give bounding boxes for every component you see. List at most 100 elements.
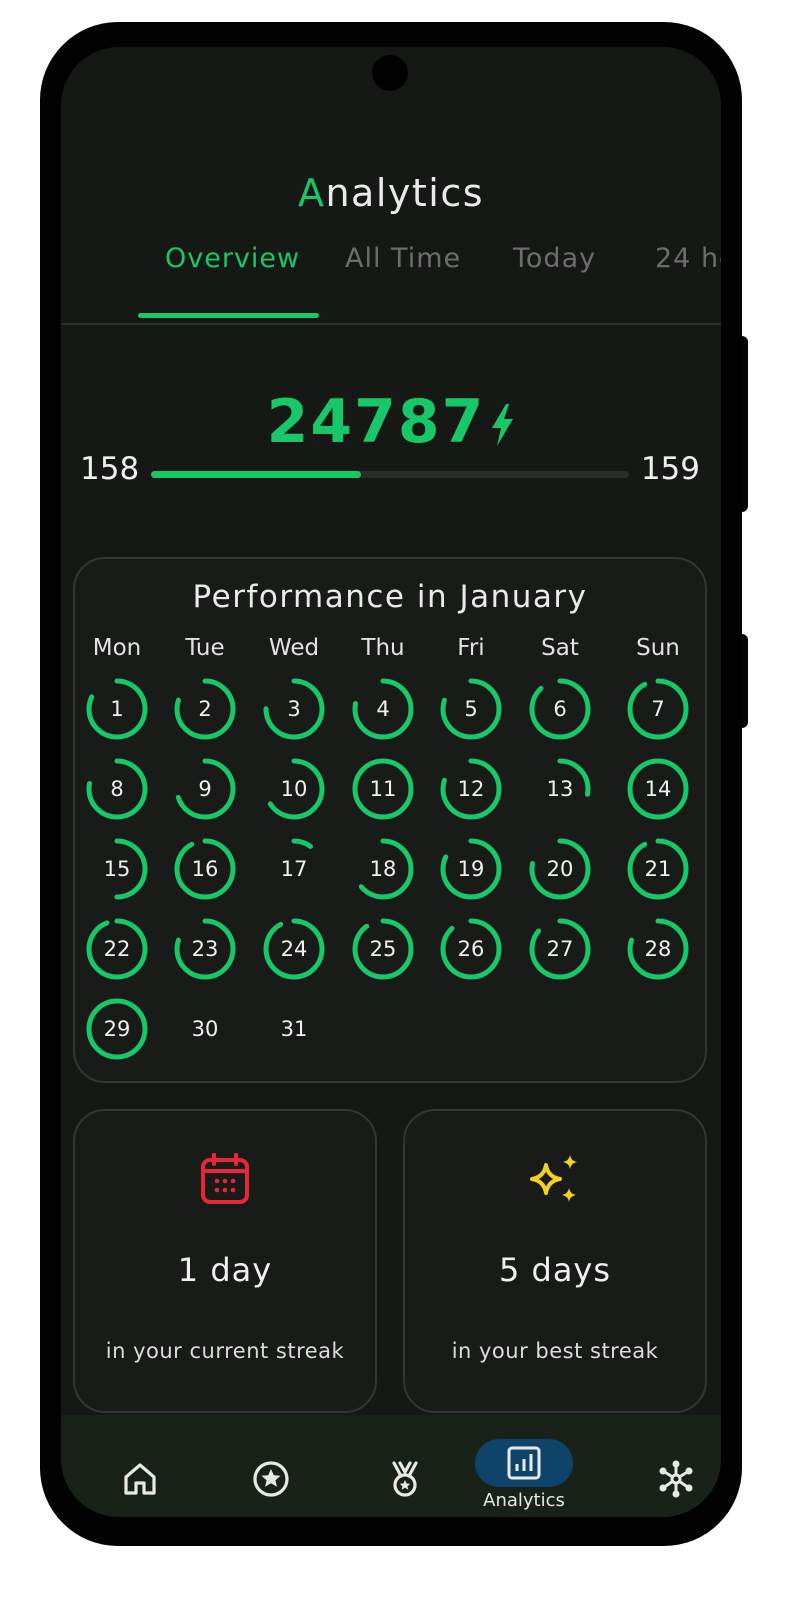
calendar-day[interactable]: 31 bbox=[261, 996, 327, 1062]
day-number: 13 bbox=[546, 777, 574, 801]
nav-home[interactable] bbox=[101, 1415, 177, 1517]
calendar-icon bbox=[75, 1152, 375, 1209]
front-camera bbox=[372, 55, 408, 91]
sparkles-icon bbox=[405, 1153, 705, 1211]
day-number: 24 bbox=[280, 937, 308, 961]
tab-24-hours[interactable]: 24 hours bbox=[655, 243, 721, 274]
lightning-icon bbox=[492, 404, 514, 447]
calendar-day[interactable]: 16 bbox=[172, 836, 238, 902]
day-number: 19 bbox=[457, 857, 485, 881]
tab-overview[interactable]: Overview bbox=[165, 243, 300, 274]
calendar-day[interactable]: 5 bbox=[438, 676, 504, 742]
day-number: 9 bbox=[198, 777, 212, 801]
nav-network[interactable] bbox=[639, 1415, 715, 1517]
day-number: 14 bbox=[644, 777, 672, 801]
tab-today[interactable]: Today bbox=[513, 243, 596, 274]
calendar-day[interactable]: 10 bbox=[261, 756, 327, 822]
day-number: 30 bbox=[191, 1017, 219, 1041]
day-number: 28 bbox=[644, 937, 672, 961]
best-streak-value: 5 days bbox=[498, 1251, 612, 1289]
calendar-day[interactable]: 4 bbox=[350, 676, 416, 742]
day-number: 2 bbox=[198, 697, 212, 721]
performance-card: Performance in January Mon Tue Wed Thu Fri Sa… bbox=[73, 557, 707, 1083]
tab-divider bbox=[61, 323, 721, 325]
day-number: 18 bbox=[369, 857, 397, 881]
calendar-day[interactable]: 28 bbox=[625, 916, 691, 982]
day-number: 7 bbox=[651, 697, 665, 721]
best-streak-caption: in your best streak bbox=[451, 1339, 659, 1363]
calendar-day[interactable]: 30 bbox=[172, 996, 238, 1062]
day-number: 29 bbox=[103, 1017, 131, 1041]
calendar-day[interactable]: 1 bbox=[84, 676, 150, 742]
day-number: 10 bbox=[280, 777, 308, 801]
star-circle-icon bbox=[253, 1461, 289, 1497]
analytics-icon[interactable] bbox=[507, 1446, 541, 1480]
day-number: 21 bbox=[644, 857, 672, 881]
level-progress-fill bbox=[151, 471, 362, 478]
calendar-day[interactable]: 15 bbox=[84, 836, 150, 902]
calendar-day[interactable]: 29 bbox=[84, 996, 150, 1062]
day-number: 25 bbox=[369, 937, 397, 961]
calendar-day[interactable]: 17 bbox=[261, 836, 327, 902]
day-number: 26 bbox=[457, 937, 485, 961]
day-number: 6 bbox=[553, 697, 567, 721]
level-progress-bar bbox=[151, 471, 629, 478]
volume-button bbox=[742, 634, 748, 728]
score-display: 24787 bbox=[61, 387, 721, 457]
tab-bar: Overview All Time Today 24 hours bbox=[61, 243, 721, 323]
calendar-day[interactable]: 25 bbox=[350, 916, 416, 982]
nav-challenges[interactable] bbox=[233, 1415, 309, 1517]
home-icon bbox=[124, 1463, 156, 1495]
day-number: 27 bbox=[546, 937, 574, 961]
next-level: 159 bbox=[640, 451, 700, 487]
calendar-day[interactable]: 27 bbox=[527, 916, 593, 982]
day-number: 15 bbox=[103, 857, 131, 881]
nav-achievements[interactable] bbox=[367, 1415, 443, 1517]
day-number: 16 bbox=[191, 857, 219, 881]
tab-active-indicator bbox=[138, 313, 319, 318]
current-level: 158 bbox=[80, 451, 140, 487]
day-number: 31 bbox=[280, 1017, 308, 1041]
medal-icon bbox=[392, 1461, 418, 1497]
day-number: 1 bbox=[110, 697, 124, 721]
calendar-day[interactable]: 11 bbox=[350, 756, 416, 822]
calendar-day[interactable]: 3 bbox=[261, 676, 327, 742]
calendar-day[interactable]: 7 bbox=[625, 676, 691, 742]
tab-all-time[interactable]: All Time bbox=[345, 243, 461, 274]
calendar-day[interactable]: 6 bbox=[527, 676, 593, 742]
current-streak-card: 1 day in your current streak bbox=[73, 1109, 377, 1413]
calendar-day[interactable]: 24 bbox=[261, 916, 327, 982]
best-streak-card: 5 days in your best streak bbox=[403, 1109, 707, 1413]
calendar-day[interactable]: 21 bbox=[625, 836, 691, 902]
day-number: 17 bbox=[280, 857, 308, 881]
day-number: 12 bbox=[457, 777, 485, 801]
calendar-day[interactable]: 18 bbox=[350, 836, 416, 902]
calendar-day[interactable]: 19 bbox=[438, 836, 504, 902]
calendar-day[interactable]: 14 bbox=[625, 756, 691, 822]
current-streak-value: 1 day bbox=[177, 1251, 273, 1289]
power-button bbox=[742, 336, 748, 512]
day-number: 3 bbox=[287, 697, 301, 721]
day-number: 11 bbox=[369, 777, 397, 801]
calendar-day[interactable]: 23 bbox=[172, 916, 238, 982]
day-number: 5 bbox=[464, 697, 478, 721]
phone-frame: Analytics Overview All Time Today 24 hou… bbox=[40, 22, 748, 1546]
nav-analytics-label[interactable]: Analytics bbox=[461, 1490, 587, 1511]
page-title: Analytics bbox=[297, 171, 485, 215]
calendar-day[interactable]: 8 bbox=[84, 756, 150, 822]
network-icon bbox=[659, 1460, 693, 1498]
calendar-day[interactable]: 26 bbox=[438, 916, 504, 982]
day-grid: 1 2 3 4 5 6 7 8 9 10 11 12 13 14 15 16 17 18 19 20 21 22 23 24 2… bbox=[75, 559, 705, 1081]
calendar-day[interactable]: 9 bbox=[172, 756, 238, 822]
calendar-day[interactable]: 12 bbox=[438, 756, 504, 822]
calendar-day[interactable]: 2 bbox=[172, 676, 238, 742]
current-streak-caption: in your current streak bbox=[105, 1339, 345, 1363]
day-number: 8 bbox=[110, 777, 124, 801]
bottom-nav-bar: Analytics bbox=[61, 1415, 721, 1517]
calendar-day[interactable]: 20 bbox=[527, 836, 593, 902]
calendar-day[interactable]: 13 bbox=[527, 756, 593, 822]
day-number: 22 bbox=[103, 937, 131, 961]
day-number: 20 bbox=[546, 857, 574, 881]
calendar-day[interactable]: 22 bbox=[84, 916, 150, 982]
app-screen: Analytics Overview All Time Today 24 hou… bbox=[61, 47, 721, 1517]
